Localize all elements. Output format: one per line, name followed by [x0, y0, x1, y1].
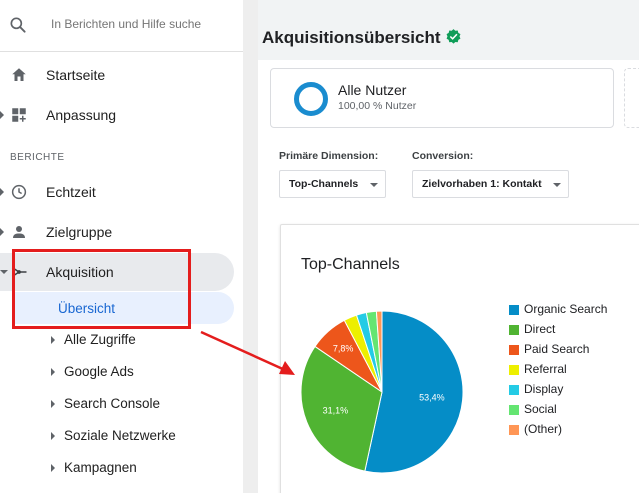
segment-card[interactable]: Alle Nutzer 100,00 % Nutzer: [270, 68, 614, 128]
search-bar[interactable]: In Berichten und Hilfe suche: [0, 0, 243, 52]
nav-item-customization[interactable]: Anpassung: [0, 97, 243, 133]
dropdown-value: Top-Channels: [289, 178, 359, 190]
nav-item-realtime[interactable]: Echtzeit: [0, 174, 243, 210]
nav-label-realtime: Echtzeit: [46, 184, 96, 200]
pie-slice-label: 53,4%: [419, 392, 445, 402]
legend-swatch: [509, 365, 519, 375]
collapse-caret-icon[interactable]: [0, 270, 8, 274]
legend-swatch: [509, 385, 519, 395]
expand-caret-icon[interactable]: [0, 228, 4, 236]
nav-subitem-label: Alle Zugriffe: [64, 332, 136, 347]
nav-subitem-social[interactable]: Soziale Netzwerke: [0, 420, 243, 452]
legend-swatch: [509, 425, 519, 435]
nav-subitem-label: Google Ads: [64, 364, 134, 379]
nav-label-customization: Anpassung: [46, 107, 117, 123]
nav-label-home: Startseite: [46, 67, 106, 83]
sidebar-divider: [243, 0, 258, 493]
pie-chart[interactable]: 53,4% 31,1% 7,8%: [281, 225, 509, 493]
legend-label: Direct: [524, 322, 556, 336]
legend-label: Paid Search: [524, 342, 590, 356]
segment-subtitle: 100,00 % Nutzer: [338, 100, 417, 112]
sidebar: In Berichten und Hilfe suche Startseite …: [0, 0, 243, 493]
legend-swatch: [509, 405, 519, 415]
expand-arrow-icon: [51, 400, 55, 408]
person-icon: [13, 226, 25, 238]
nav-subitem-label: Soziale Netzwerke: [64, 428, 176, 443]
chevron-down-icon: [370, 183, 378, 187]
section-label-reports: BERICHTE: [10, 152, 65, 163]
legend-label: Display: [524, 382, 564, 396]
expand-arrow-icon: [51, 336, 55, 344]
segment-title: Alle Nutzer: [338, 82, 407, 98]
legend-swatch: [509, 345, 519, 355]
conversion-dropdown[interactable]: Zielvorhaben 1: Kontakt: [412, 170, 569, 198]
expand-caret-icon[interactable]: [0, 188, 4, 196]
nav-subitem-campaigns[interactable]: Kampagnen: [0, 452, 243, 484]
pie-slice-label: 7,8%: [333, 343, 354, 353]
add-segment-card[interactable]: [624, 68, 639, 128]
legend-swatch: [509, 325, 519, 335]
nav-subitem-label: Search Console: [64, 396, 161, 411]
nav-subitem-search-console[interactable]: Search Console: [0, 388, 243, 420]
clock-icon: [11, 184, 27, 200]
expand-arrow-icon: [51, 368, 55, 376]
expand-caret-icon[interactable]: [0, 111, 4, 119]
chart-card: Top-Channels 53,4% 31,1% 7,8% Organic Sear…: [280, 224, 639, 493]
expand-arrow-icon: [51, 464, 55, 472]
page-title: Akquisitionsübersicht: [262, 28, 441, 47]
search-icon[interactable]: [8, 15, 28, 35]
expand-arrow-icon: [51, 432, 55, 440]
primary-dimension-label: Primäre Dimension:: [279, 150, 379, 162]
main-content: Akquisitionsübersicht Alle Nutzer 100,00…: [258, 0, 639, 493]
pie-slice-label: 31,1%: [323, 406, 349, 416]
legend-label: (Other): [524, 422, 563, 436]
nav-item-audience[interactable]: Zielgruppe: [0, 214, 243, 250]
legend-label: Referral: [524, 362, 567, 376]
conversion-label: Conversion:: [412, 150, 474, 162]
legend-swatch: [509, 305, 519, 315]
primary-dimension-dropdown[interactable]: Top-Channels: [279, 170, 386, 198]
nav-item-home[interactable]: Startseite: [0, 57, 243, 93]
verified-check-icon: [446, 29, 461, 44]
chevron-down-icon: [553, 183, 561, 187]
dashboard-icon: [12, 108, 26, 122]
search-input[interactable]: In Berichten und Hilfe suche: [51, 17, 201, 31]
annotation-highlight-box: [12, 249, 191, 329]
nav-subitem-label: Kampagnen: [64, 460, 137, 475]
legend-label: Organic Search: [524, 302, 608, 316]
legend-label: Social: [524, 402, 557, 416]
nav-subitem-google-ads[interactable]: Google Ads: [0, 356, 243, 388]
home-icon: [12, 68, 26, 81]
dropdown-value: Zielvorhaben 1: Kontakt: [422, 178, 542, 190]
nav-label-audience: Zielgruppe: [46, 224, 113, 240]
segment-ring-icon: [294, 82, 328, 116]
